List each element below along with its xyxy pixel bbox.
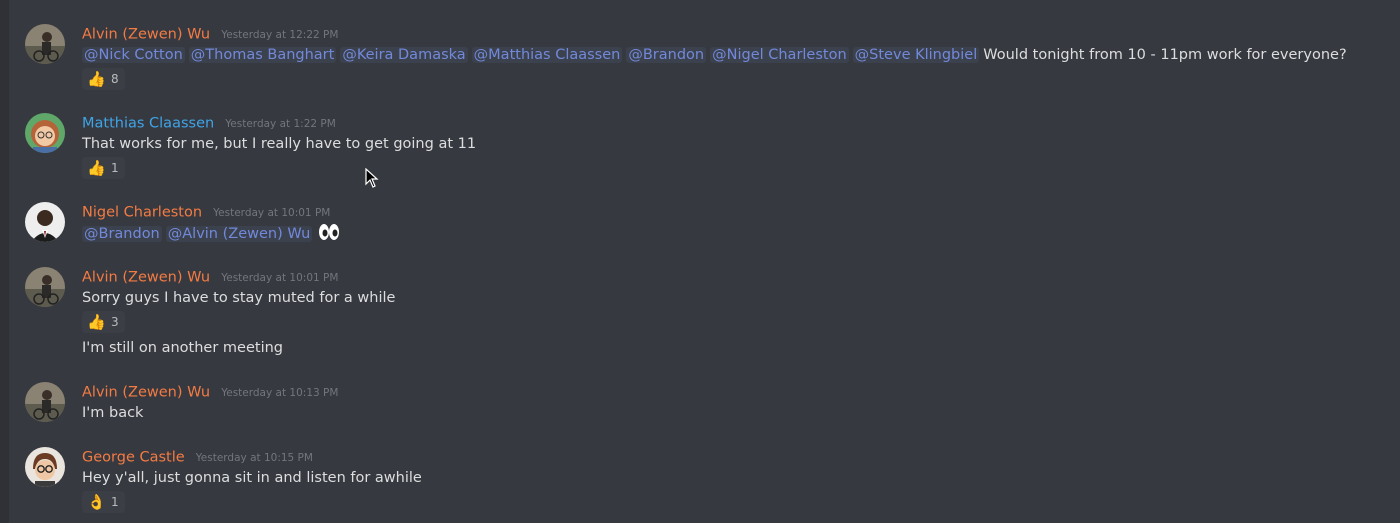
message-text: Would tonight from 10 - 11pm work for ev… bbox=[983, 47, 1347, 63]
reaction-button[interactable]: 👍 1 bbox=[82, 157, 125, 179]
avatar[interactable] bbox=[25, 382, 65, 422]
message-header: Matthias Claassen Yesterday at 1:22 PM bbox=[82, 113, 336, 133]
message-group: Alvin (Zewen) Wu Yesterday at 10:01 PM S… bbox=[9, 267, 1400, 362]
thumbs-up-icon: 👍 bbox=[87, 159, 106, 177]
message-group: Matthias Claassen Yesterday at 1:22 PM T… bbox=[9, 113, 1400, 183]
message-content: @Brandon @Alvin (Zewen) Wu bbox=[82, 223, 340, 247]
message-group: Nigel Charleston Yesterday at 10:01 PM @… bbox=[9, 202, 1400, 247]
message-content: @Nick Cotton @Thomas Banghart @Keira Damas… bbox=[82, 45, 1347, 65]
timestamp: Yesterday at 10:13 PM bbox=[221, 386, 339, 399]
thumbs-up-icon: 👍 bbox=[87, 313, 106, 331]
message-group: Alvin (Zewen) Wu Yesterday at 10:13 PM I… bbox=[9, 382, 1400, 427]
timestamp: Yesterday at 10:01 PM bbox=[221, 271, 339, 284]
username[interactable]: Alvin (Zewen) Wu bbox=[82, 270, 210, 286]
mention[interactable]: @Brandon bbox=[82, 226, 162, 242]
mention[interactable]: @Matthias Claassen bbox=[471, 47, 623, 63]
channel-edge bbox=[0, 0, 9, 523]
message-header: Nigel Charleston Yesterday at 10:01 PM bbox=[82, 202, 330, 222]
reaction-button[interactable]: 👍 8 bbox=[82, 68, 125, 90]
username[interactable]: Alvin (Zewen) Wu bbox=[82, 27, 210, 43]
reaction-count: 3 bbox=[111, 315, 119, 329]
timestamp: Yesterday at 10:15 PM bbox=[195, 451, 313, 464]
message-header: George Castle Yesterday at 10:15 PM bbox=[82, 447, 313, 467]
message-header: Alvin (Zewen) Wu Yesterday at 10:01 PM bbox=[82, 267, 338, 287]
mention[interactable]: @Brandon bbox=[626, 47, 707, 63]
message-group: Alvin (Zewen) Wu Yesterday at 12:22 PM @… bbox=[9, 24, 1400, 94]
message-group: George Castle Yesterday at 10:15 PM Hey … bbox=[9, 447, 1400, 517]
mouse-cursor-icon bbox=[365, 167, 379, 188]
reaction-count: 1 bbox=[111, 161, 119, 175]
eyes-icon bbox=[318, 223, 340, 247]
avatar[interactable] bbox=[25, 267, 65, 307]
mention[interactable]: @Thomas Banghart bbox=[188, 47, 337, 63]
message-header: Alvin (Zewen) Wu Yesterday at 10:13 PM bbox=[82, 382, 338, 402]
thumbs-up-icon: 👍 bbox=[87, 70, 106, 88]
mention[interactable]: @Steve Klingbiel bbox=[852, 47, 980, 63]
mention[interactable]: @Alvin (Zewen) Wu bbox=[165, 226, 313, 242]
message-text: That works for me, but I really have to … bbox=[82, 136, 477, 152]
avatar[interactable] bbox=[25, 202, 65, 242]
username[interactable]: Alvin (Zewen) Wu bbox=[82, 385, 210, 401]
reaction-count: 8 bbox=[111, 72, 119, 86]
reaction-button[interactable]: 👍 3 bbox=[82, 311, 125, 333]
timestamp: Yesterday at 12:22 PM bbox=[221, 28, 339, 41]
username[interactable]: George Castle bbox=[82, 450, 185, 466]
reaction-count: 1 bbox=[111, 495, 119, 509]
username[interactable]: Matthias Claassen bbox=[82, 116, 214, 132]
mention[interactable]: @Nick Cotton bbox=[82, 47, 185, 63]
ok-hand-icon: 👌 bbox=[87, 493, 106, 511]
username[interactable]: Nigel Charleston bbox=[82, 205, 202, 221]
mention[interactable]: @Nigel Charleston bbox=[710, 47, 849, 63]
message-text: I'm still on another meeting bbox=[82, 340, 283, 356]
message-header: Alvin (Zewen) Wu Yesterday at 12:22 PM bbox=[82, 24, 338, 44]
message-text: I'm back bbox=[82, 405, 144, 421]
avatar[interactable] bbox=[25, 113, 65, 153]
avatar[interactable] bbox=[25, 447, 65, 487]
mention[interactable]: @Keira Damaska bbox=[340, 47, 468, 63]
message-text: Hey y'all, just gonna sit in and listen … bbox=[82, 470, 422, 486]
reaction-button[interactable]: 👌 1 bbox=[82, 491, 125, 513]
message-list: Alvin (Zewen) Wu Yesterday at 12:22 PM @… bbox=[9, 0, 1400, 523]
timestamp: Yesterday at 10:01 PM bbox=[213, 206, 331, 219]
message-text: Sorry guys I have to stay muted for a wh… bbox=[82, 290, 396, 306]
avatar[interactable] bbox=[25, 24, 65, 64]
timestamp: Yesterday at 1:22 PM bbox=[225, 117, 336, 130]
